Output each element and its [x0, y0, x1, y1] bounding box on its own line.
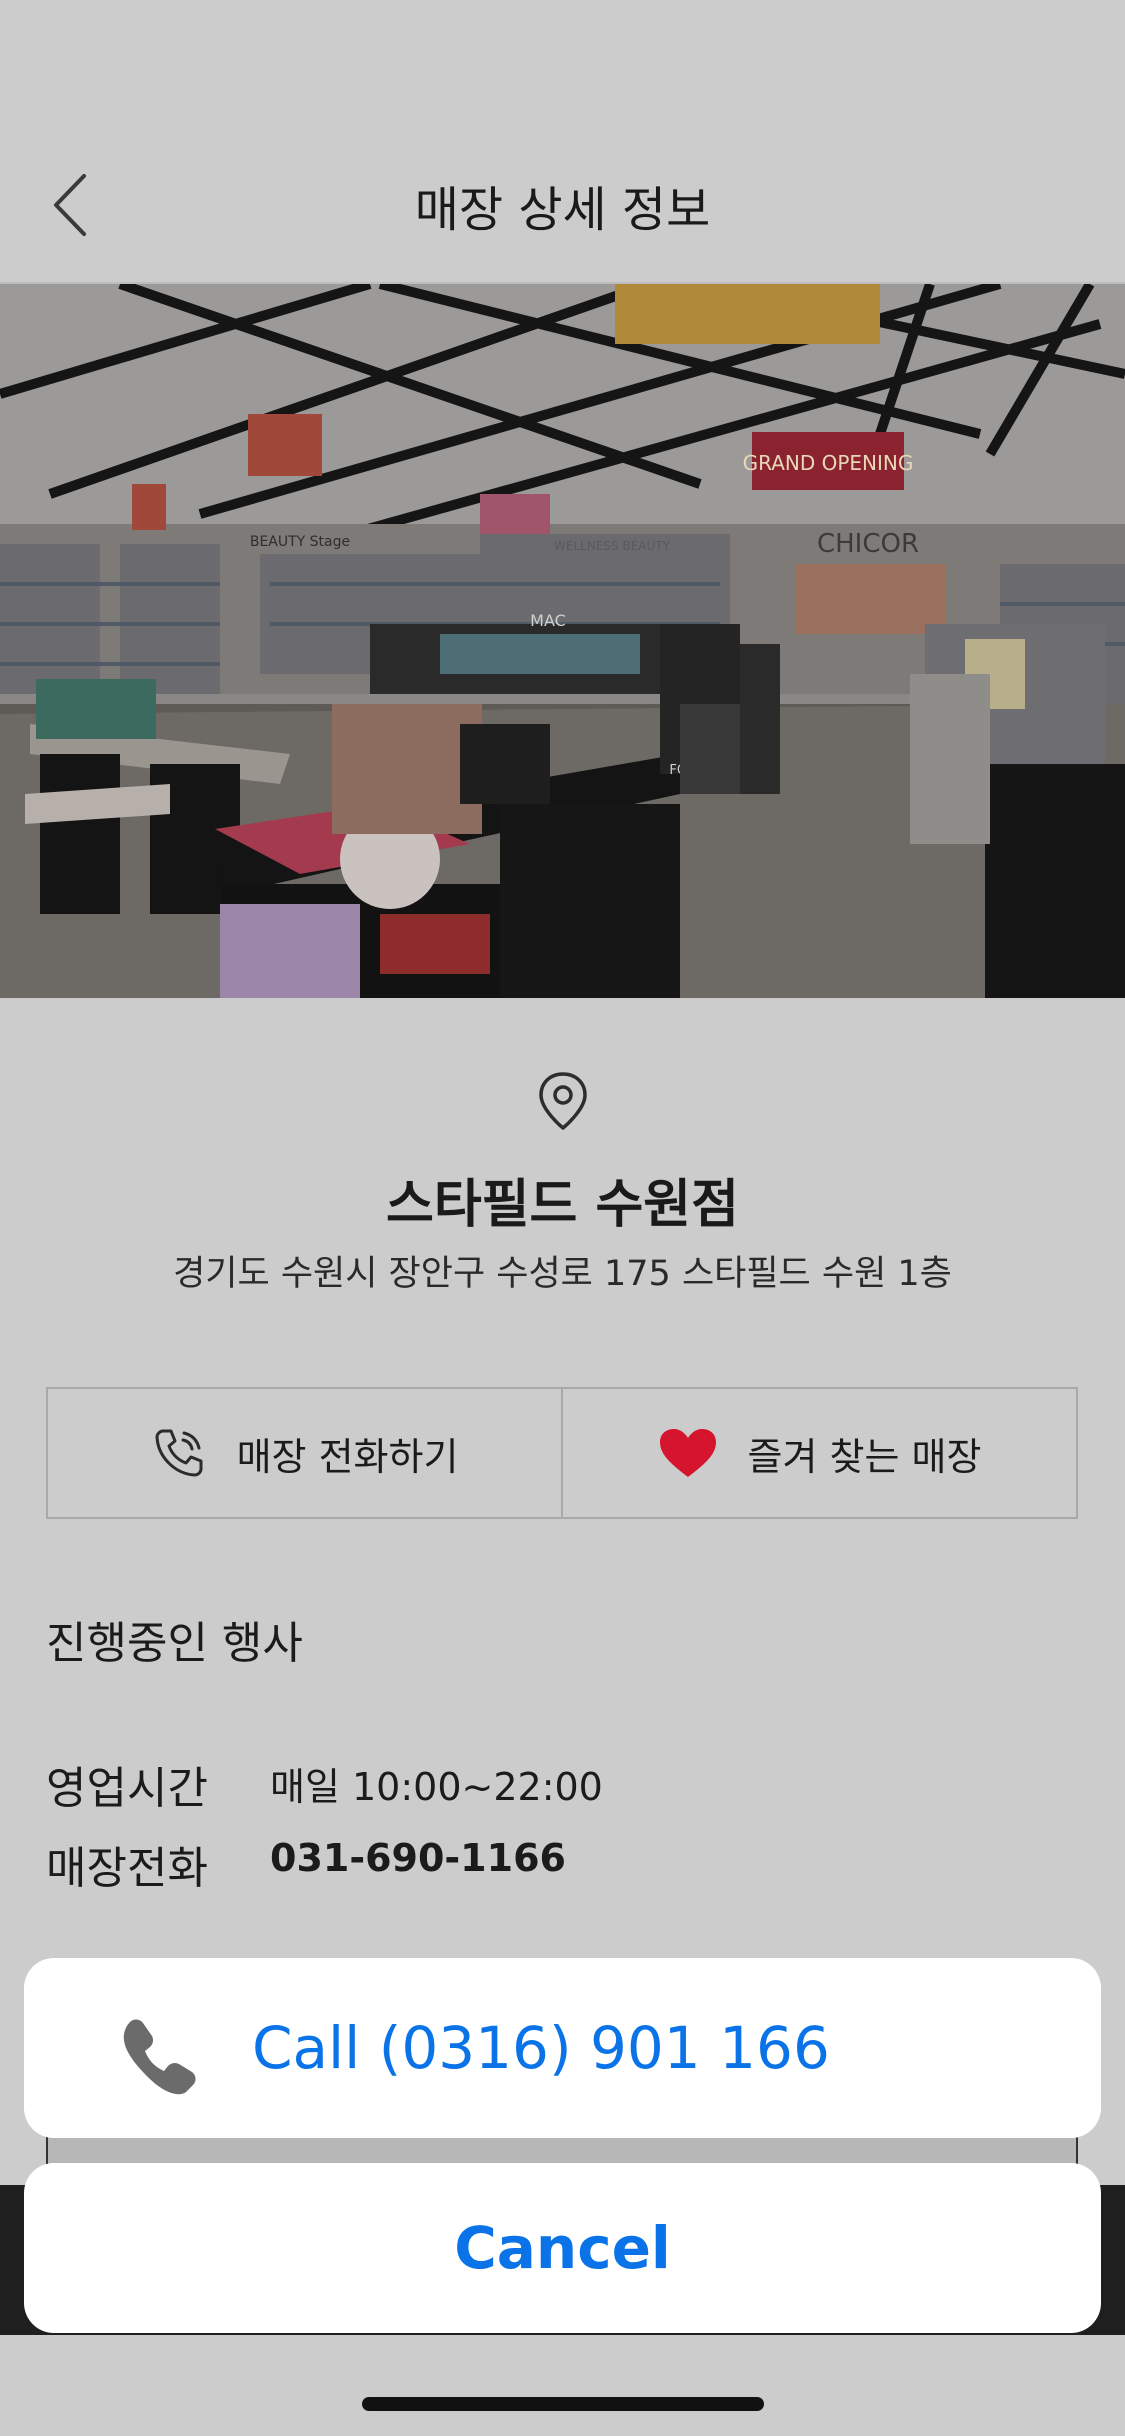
mac-sign: MAC	[530, 611, 566, 630]
beauty-stage-sign: BEAUTY Stage	[250, 534, 350, 550]
favorite-store-button[interactable]: 즐겨 찾는 매장	[561, 1389, 1076, 1517]
phone-icon	[123, 2019, 196, 2095]
call-store-button[interactable]: 매장 전화하기	[48, 1389, 561, 1517]
events-heading: 진행중인 행사	[46, 1618, 303, 1669]
store-name: 스타필드 수원점	[386, 1175, 739, 1235]
header: 매장 상세 정보	[0, 0, 1125, 284]
hours-label: 영업시간	[46, 1763, 208, 1814]
store-actions: 매장 전화하기 즐겨 찾는 매장	[46, 1387, 1078, 1519]
store-photo-carousel[interactable]: GRAND OPENING CHICOR BEAUTY Stage WELLNE…	[0, 284, 1125, 998]
phone-ring-icon	[155, 1429, 203, 1477]
hours-value: 매일 10:00~22:00	[270, 1765, 603, 1809]
page-title: 매장 상세 정보	[414, 182, 711, 238]
call-action-button[interactable]: Call (0316) 901 166	[24, 1958, 1101, 2138]
grand-opening-sign: GRAND OPENING	[743, 451, 914, 475]
heart-icon	[659, 1429, 716, 1477]
phone-value[interactable]: 031-690-1166	[270, 1836, 566, 1880]
cancel-button[interactable]: Cancel	[24, 2163, 1101, 2333]
chicor-sign: CHICOR	[817, 529, 919, 559]
phone-label: 매장전화	[46, 1843, 208, 1894]
favorite-store-label: 즐겨 찾는 매장	[747, 1434, 982, 1479]
store-photo: GRAND OPENING CHICOR BEAUTY Stage WELLNE…	[0, 284, 1125, 998]
call-store-label: 매장 전화하기	[236, 1434, 459, 1479]
home-indicator[interactable]	[362, 2397, 764, 2411]
location-pin-icon	[539, 1072, 587, 1130]
call-action-label: Call (0316) 901 166	[252, 2014, 830, 2082]
store-address: 경기도 수원시 장안구 수성로 175 스타필드 수원 1층	[173, 1254, 952, 1294]
wellness-beauty-sign: WELLNESS BEAUTY	[554, 539, 671, 553]
